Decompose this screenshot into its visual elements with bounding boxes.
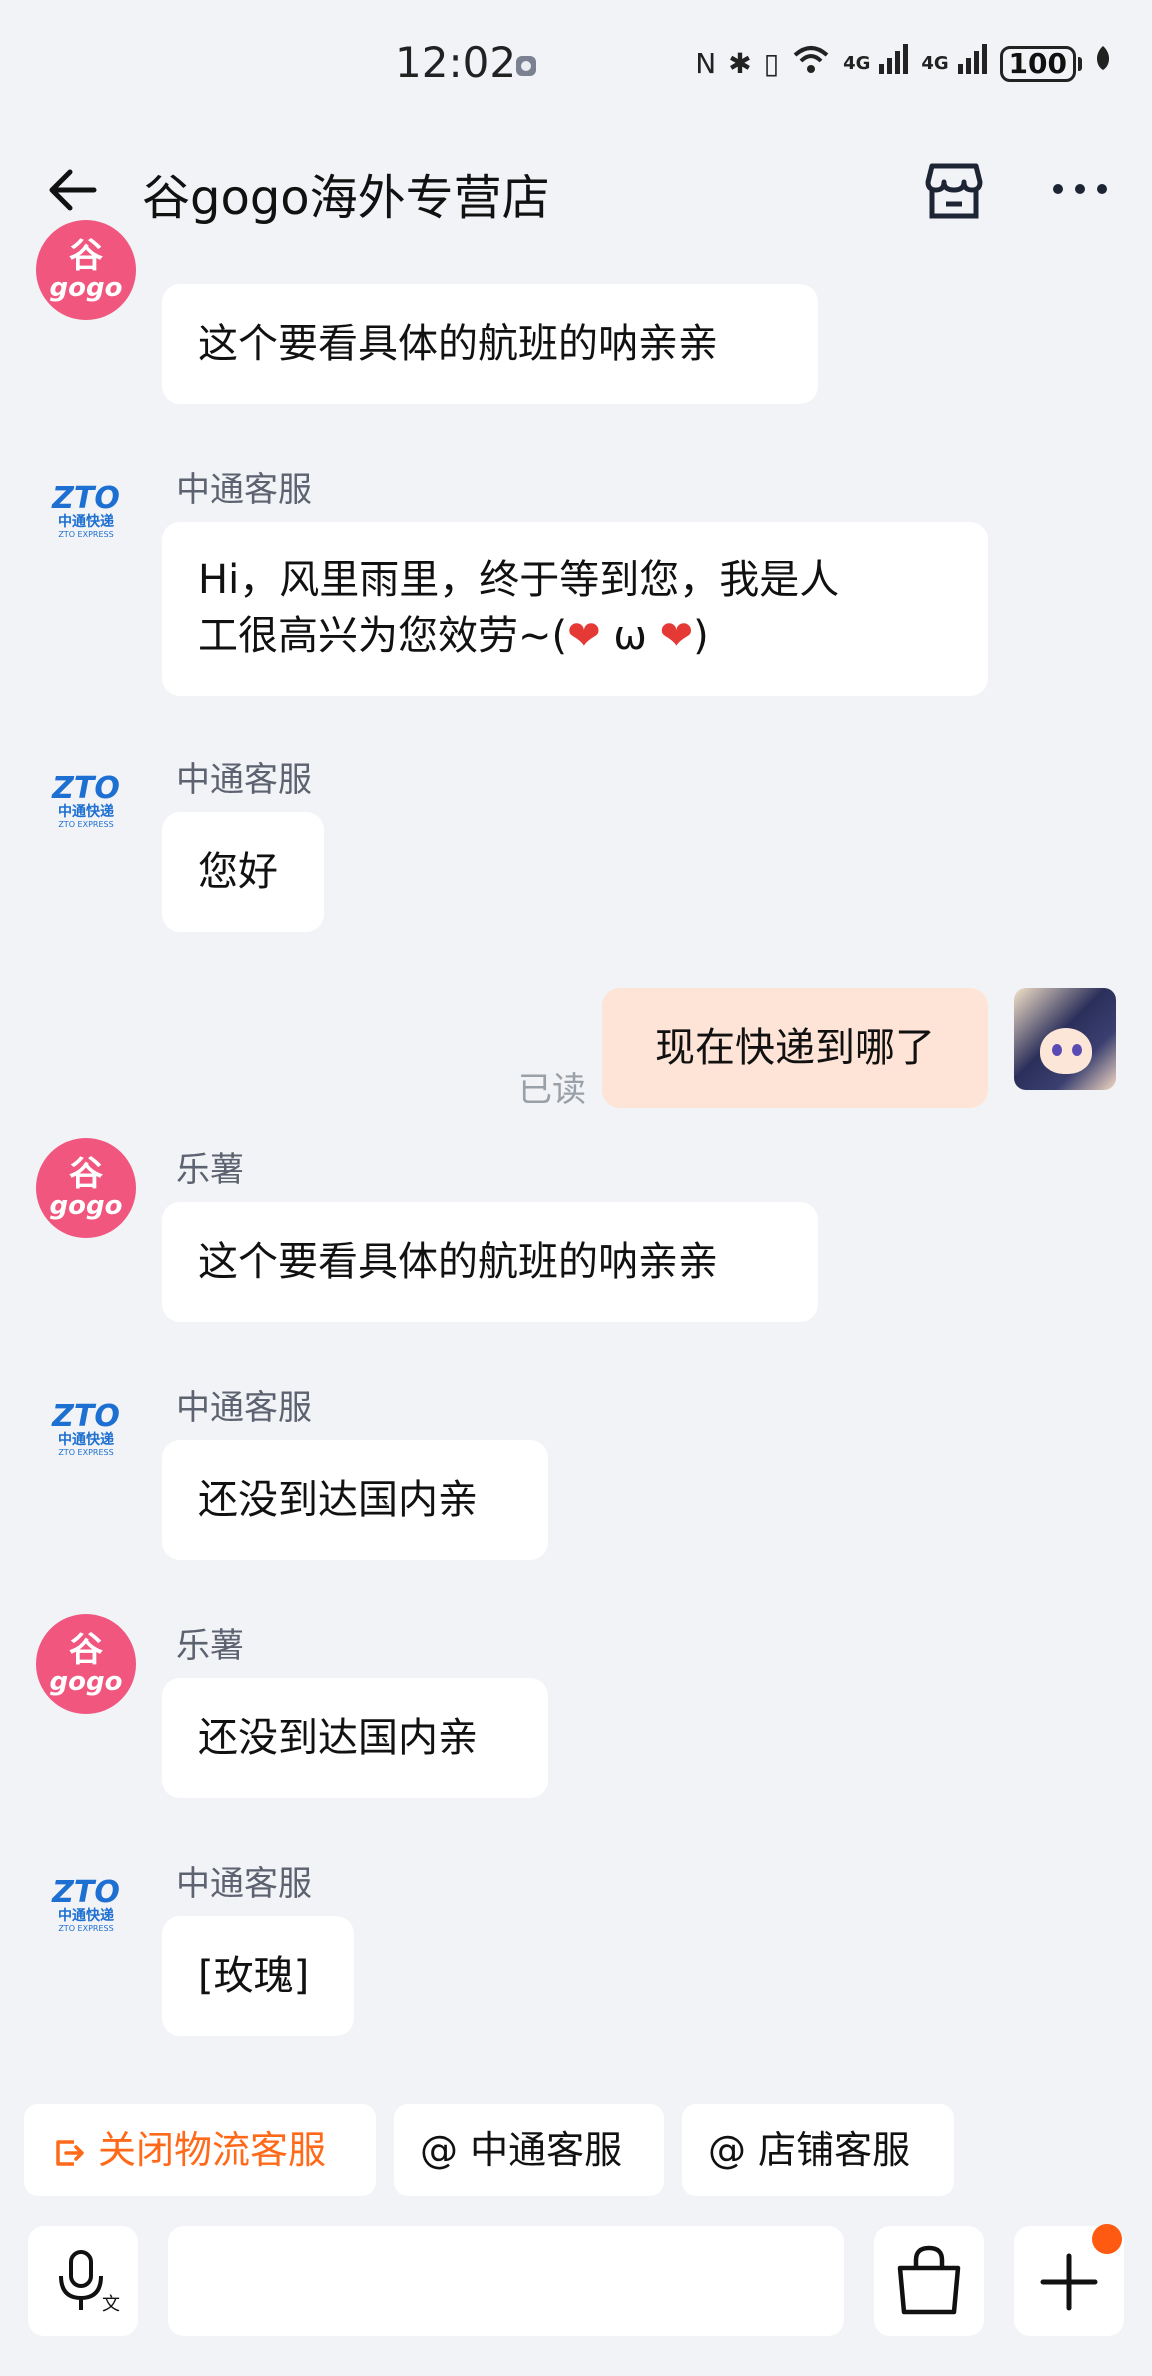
heart-emoji-icon: ❤ — [567, 613, 601, 659]
message-bubble[interactable]: 还没到达国内亲 — [162, 1440, 548, 1560]
battery-icon: 100 — [999, 46, 1082, 82]
exit-icon — [50, 2104, 88, 2196]
message-text-line: Hi，风里雨里，终于等到您，我是人 — [198, 557, 840, 603]
store-icon — [925, 163, 983, 219]
input-bar: 文 — [0, 2226, 1152, 2340]
zto-avatar[interactable]: ZTO 中通快递 ZTO EXPRESS — [36, 1854, 136, 1954]
mention-store-service-button[interactable]: @ 店铺客服 — [682, 2104, 954, 2196]
shop-avatar[interactable]: 谷 gogo — [36, 1138, 136, 1238]
chat-title: 谷gogo海外专营店 — [142, 170, 550, 226]
nfc-icon: N — [695, 47, 717, 80]
shop-avatar[interactable]: 谷 gogo — [36, 220, 136, 320]
voice-input-icon: 文 — [59, 2250, 120, 2315]
message-bubble[interactable]: 还没到达国内亲 — [162, 1678, 548, 1798]
status-time: 12:02 — [395, 38, 517, 87]
read-status: 已读 — [518, 1070, 586, 1110]
bluetooth-icon: ✱ — [728, 47, 752, 80]
message-bubble[interactable]: Hi，风里雨里，终于等到您，我是人 工很高兴为您效劳~(❤ ω ❤) — [162, 522, 988, 696]
voice-input-button[interactable]: 文 — [28, 2226, 138, 2336]
svg-text:文: 文 — [102, 2294, 120, 2315]
sender-name: 中通客服 — [176, 1864, 312, 1904]
message-text-line: 工很高兴为您效劳~(❤ ω ❤) — [198, 613, 709, 659]
shopping-bag-button[interactable] — [874, 2226, 984, 2336]
arrow-left-icon — [49, 169, 97, 211]
signal-icon-2: 4G — [921, 43, 987, 85]
wifi-icon — [791, 43, 831, 86]
status-icons: N ✱ ▯ 4G 4G 100 — [695, 43, 1112, 86]
mention-zto-service-button[interactable]: @ 中通客服 — [394, 2104, 664, 2196]
back-button[interactable] — [44, 160, 104, 220]
signal-icon-1: 4G — [843, 43, 909, 85]
heart-emoji-icon: ❤ — [659, 613, 694, 659]
battery-level: 100 — [999, 46, 1076, 82]
zto-avatar[interactable]: ZTO 中通快递 ZTO EXPRESS — [36, 1378, 136, 1478]
sender-name: 乐薯 — [176, 1150, 244, 1190]
sender-name: 中通客服 — [176, 760, 312, 800]
notification-dot — [1092, 2224, 1122, 2254]
leaf-icon — [1094, 44, 1112, 84]
notification-icon — [516, 56, 536, 76]
message-bubble[interactable]: 这个要看具体的航班的呐亲亲 — [162, 284, 818, 404]
sender-name: 中通客服 — [176, 470, 312, 510]
store-button[interactable] — [918, 154, 990, 226]
vibrate-icon: ▯ — [763, 47, 780, 80]
outgoing-bubble[interactable]: 现在快递到哪了 — [602, 988, 988, 1108]
status-bar: 12:02 N ✱ ▯ 4G 4G 100 — [0, 0, 1152, 130]
user-avatar[interactable] — [1014, 988, 1116, 1090]
sender-name: 乐薯 — [176, 1626, 244, 1666]
zto-avatar[interactable]: ZTO 中通快递 ZTO EXPRESS — [36, 750, 136, 850]
message-bubble[interactable]: 您好 — [162, 812, 324, 932]
message-bubble[interactable]: [玫瑰] — [162, 1916, 354, 2036]
message-bubble[interactable]: 这个要看具体的航班的呐亲亲 — [162, 1202, 818, 1322]
more-button[interactable] — [1050, 164, 1110, 214]
sender-name: 中通客服 — [176, 1388, 312, 1428]
shop-avatar[interactable]: 谷 gogo — [36, 1614, 136, 1714]
shopping-bag-icon — [897, 2245, 961, 2315]
zto-avatar[interactable]: ZTO 中通快递 ZTO EXPRESS — [36, 460, 136, 560]
close-logistics-service-button[interactable]: 关闭物流客服 — [24, 2104, 376, 2196]
chat-header: 谷gogo海外专营店 — [0, 140, 1152, 240]
more-dots-icon — [1053, 184, 1107, 194]
message-input[interactable] — [168, 2226, 980, 2336]
